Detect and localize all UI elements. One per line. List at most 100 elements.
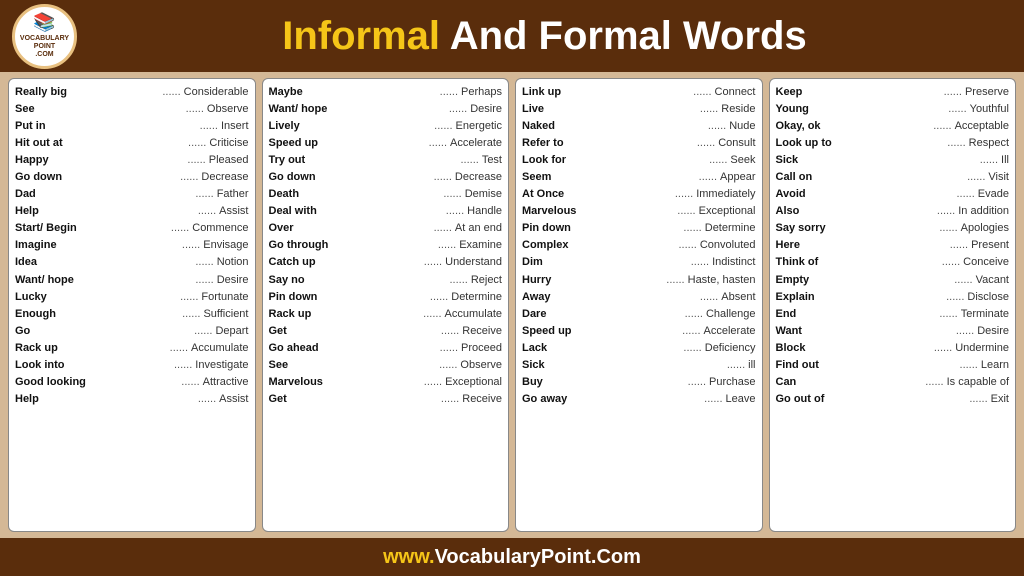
word-pair: Okay, ok ......Acceptable [776, 118, 1010, 135]
dots: ...... [77, 220, 193, 237]
word-pair: Speed up ......Accelerate [522, 323, 756, 340]
page-header: 📚 VOCABULARYPOINT.COM Informal And Forma… [0, 0, 1024, 72]
column-1: Really big ......ConsiderableSee ......O… [8, 78, 256, 532]
dots: ...... [819, 357, 981, 374]
informal-word: Go [15, 323, 30, 340]
dots: ...... [806, 186, 978, 203]
formal-word: Understand [445, 254, 502, 271]
dots: ...... [551, 289, 722, 306]
formal-word: Receive [462, 323, 502, 340]
informal-word: Look for [522, 152, 566, 169]
dots: ...... [319, 340, 461, 357]
dots: ...... [30, 323, 215, 340]
word-pair: Hurry ......Haste, hasten [522, 272, 756, 289]
informal-word: Look up to [776, 135, 832, 152]
informal-word: Pin down [522, 220, 571, 237]
formal-word: Accumulate [445, 306, 502, 323]
dots: ...... [818, 254, 963, 271]
dots: ...... [300, 118, 456, 135]
word-pair: Put in ......Insert [15, 118, 249, 135]
formal-word: Ill [1001, 152, 1009, 169]
informal-word: Seem [522, 169, 551, 186]
dots: ...... [572, 323, 704, 340]
informal-word: Death [269, 186, 300, 203]
word-pair: Complex ......Convoluted [522, 237, 756, 254]
word-pair: Go away ......Leave [522, 391, 756, 408]
word-pair: Help ......Assist [15, 203, 249, 220]
word-pair: Lucky ......Fortunate [15, 289, 249, 306]
informal-word: Good looking [15, 374, 86, 391]
dots: ...... [826, 220, 961, 237]
dots: ...... [546, 306, 705, 323]
word-pair: Seem ......Appear [522, 169, 756, 186]
dots: ...... [47, 289, 202, 306]
word-pair: Can ......Is capable of [776, 374, 1010, 391]
dots: ...... [815, 289, 968, 306]
formal-word: Conceive [963, 254, 1009, 271]
formal-word: Father [217, 186, 249, 203]
formal-word: Convoluted [700, 237, 756, 254]
informal-word: Get [269, 323, 287, 340]
informal-word: Catch up [269, 254, 316, 271]
formal-word: Determine [451, 289, 502, 306]
informal-word: Pin down [269, 289, 318, 306]
dots: ...... [567, 391, 725, 408]
word-pair: Go out of ......Exit [776, 391, 1010, 408]
dots: ...... [545, 357, 749, 374]
formal-word: Investigate [195, 357, 248, 374]
formal-word: Envisage [203, 237, 248, 254]
formal-word: Commence [192, 220, 248, 237]
main-content: Really big ......ConsiderableSee ......O… [0, 72, 1024, 538]
dots: ...... [805, 340, 955, 357]
dots: ...... [821, 118, 955, 135]
formal-word: Vacant [976, 272, 1009, 289]
informal-word: Say no [269, 272, 305, 289]
informal-word: Explain [776, 289, 815, 306]
informal-word: Try out [269, 152, 306, 169]
informal-word: Dim [522, 254, 543, 271]
word-pair: Imagine ......Envisage [15, 237, 249, 254]
formal-word: Accelerate [704, 323, 756, 340]
word-pair: Pin down ......Determine [269, 289, 503, 306]
informal-word: Away [522, 289, 551, 306]
formal-word: Handle [467, 203, 502, 220]
dots: ...... [294, 220, 455, 237]
formal-word: Depart [215, 323, 248, 340]
formal-word: Respect [969, 135, 1009, 152]
formal-word: Assist [219, 203, 248, 220]
formal-word: Criticise [209, 135, 248, 152]
word-pair: Keep ......Preserve [776, 84, 1010, 101]
word-pair: Empty ......Vacant [776, 272, 1010, 289]
formal-word: Insert [221, 118, 249, 135]
dots: ...... [37, 254, 217, 271]
word-pair: Say no ......Reject [269, 272, 503, 289]
informal-word: Speed up [522, 323, 572, 340]
page-title: Informal And Formal Words [77, 14, 1012, 59]
informal-word: Look into [15, 357, 65, 374]
word-pair: Get ......Receive [269, 391, 503, 408]
informal-word: Lack [522, 340, 547, 357]
footer-www: www. [383, 546, 434, 569]
dots: ...... [316, 254, 446, 271]
informal-word: Speed up [269, 135, 319, 152]
informal-word: Marvelous [522, 203, 576, 220]
informal-word: Start/ Begin [15, 220, 77, 237]
title-informal: Informal [282, 14, 440, 58]
informal-word: Here [776, 237, 800, 254]
page-footer: www.VocabularyPoint.Com [0, 538, 1024, 576]
word-pair: Refer to ......Consult [522, 135, 756, 152]
dots: ...... [543, 254, 712, 271]
word-pair: Look into ......Investigate [15, 357, 249, 374]
informal-word: Go down [15, 169, 62, 186]
informal-word: Dad [15, 186, 36, 203]
formal-word: Notion [217, 254, 249, 271]
dots: ...... [543, 374, 709, 391]
informal-word: Get [269, 391, 287, 408]
dots: ...... [323, 374, 445, 391]
formal-word: Leave [726, 391, 756, 408]
informal-word: Say sorry [776, 220, 826, 237]
informal-word: Link up [522, 84, 561, 101]
informal-word: Put in [15, 118, 46, 135]
informal-word: Want/ hope [15, 272, 74, 289]
formal-word: Challenge [706, 306, 756, 323]
